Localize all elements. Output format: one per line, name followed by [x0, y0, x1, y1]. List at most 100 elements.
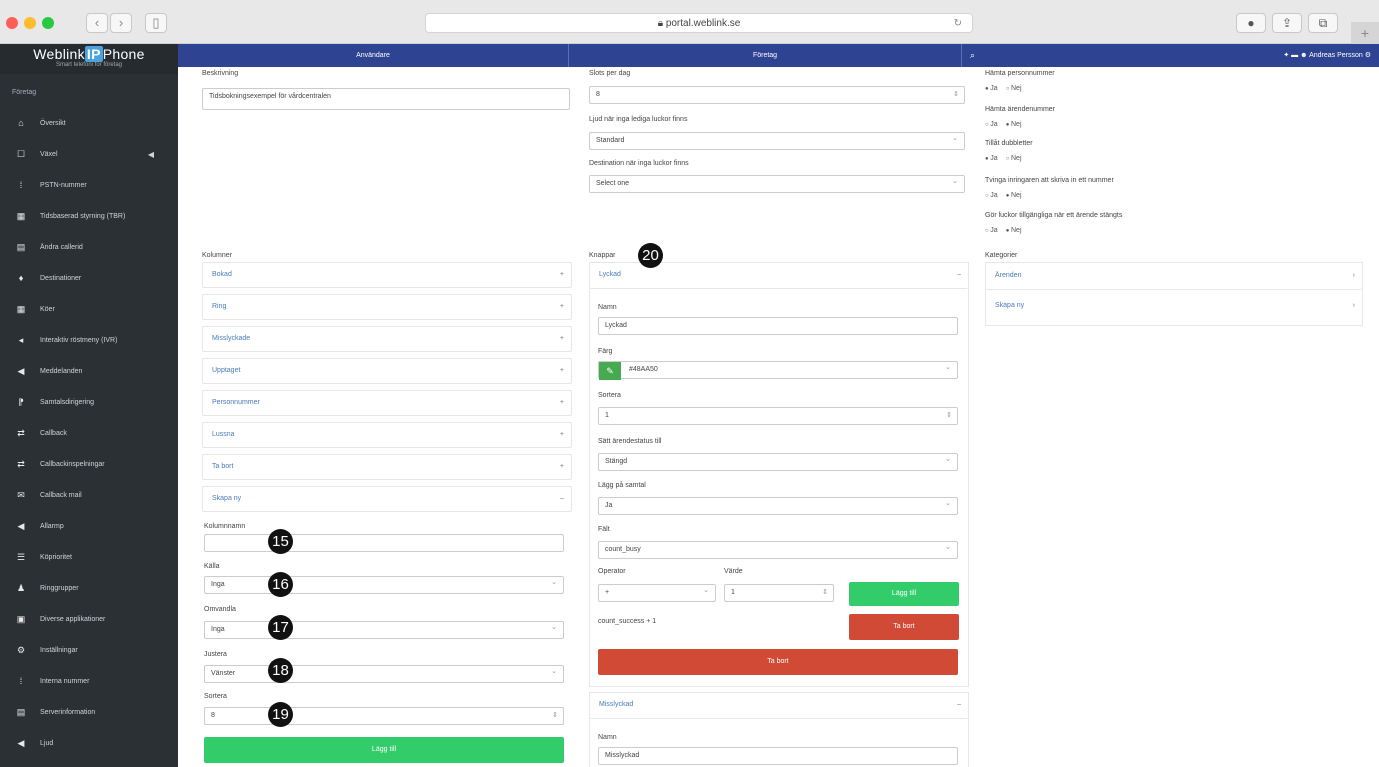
sidebar-item[interactable]: ⌂ Översikt	[0, 108, 178, 139]
sidebar-item[interactable]: ⇄ Callback	[0, 418, 178, 449]
reload-icon[interactable]: ↻	[954, 14, 962, 33]
radio-no[interactable]: ● Nej	[1006, 121, 1022, 128]
tabs-icon[interactable]: ⧉	[1308, 13, 1338, 33]
sidebar-item[interactable]: ◀ Allarmp	[0, 511, 178, 542]
forward-button[interactable]: ›	[110, 13, 132, 33]
expand-icon[interactable]: +	[560, 423, 564, 447]
column-row[interactable]: Misslyckade +	[202, 326, 572, 352]
radio-yes[interactable]: ○ Ja	[985, 227, 998, 234]
sound-select[interactable]: Standard	[589, 131, 965, 150]
pencil-icon[interactable]: ✎	[599, 362, 621, 380]
column-row[interactable]: Bokad +	[202, 262, 572, 288]
minimize-window-button[interactable]	[24, 17, 36, 29]
sidebar-item[interactable]: ♟ Ringgrupper	[0, 573, 178, 604]
column-name-input[interactable]	[204, 534, 564, 552]
sidebar-item[interactable]: ▤ Ändra callerid	[0, 232, 178, 263]
sidebar-item[interactable]: ▤ Serverinformation	[0, 697, 178, 728]
sidebar-item[interactable]: ⇄ Callbackinspelningar	[0, 449, 178, 480]
column-row[interactable]: Personnummer +	[202, 390, 572, 416]
tab-company[interactable]: Företag	[569, 44, 962, 67]
spinner-icon[interactable]: ⇕	[552, 708, 558, 724]
add-action-button[interactable]: Lägg till	[849, 582, 959, 606]
expand-icon[interactable]: +	[560, 391, 564, 415]
sidebar-toggle-button[interactable]: ▯	[145, 13, 167, 33]
spinner-icon[interactable]: ⇕	[946, 408, 952, 424]
logo[interactable]: Weblink IP Phone Smart telefoni för företa…	[0, 44, 178, 74]
caret-icon[interactable]: ◀	[148, 139, 154, 170]
radio-yes[interactable]: ○ Ja	[985, 192, 998, 199]
expand-icon[interactable]: +	[560, 359, 564, 383]
sort-input-2[interactable]: 1 ⇕	[598, 407, 958, 425]
expand-icon[interactable]: +	[560, 455, 564, 479]
button-header-failed[interactable]: Misslyckad –	[590, 693, 968, 719]
collapse-icon[interactable]: –	[957, 693, 961, 717]
search-icon[interactable]: ⌕	[970, 44, 975, 67]
spinner-icon[interactable]: ⇕	[822, 585, 828, 601]
column-row[interactable]: Skapa ny –	[202, 486, 572, 512]
remove-action-button[interactable]: Ta bort	[849, 614, 959, 640]
maximize-window-button[interactable]	[42, 17, 54, 29]
radio-no[interactable]: ○ Nej	[1006, 85, 1022, 92]
radio-no[interactable]: ○ Nej	[1006, 155, 1022, 162]
gear-icon[interactable]: ⚙	[1365, 52, 1371, 59]
sidebar-item[interactable]: ▦ Tidsbaserad styrning (TBR)	[0, 201, 178, 232]
column-row[interactable]: Upptaget +	[202, 358, 572, 384]
sidebar-item[interactable]: ◀ Ljud	[0, 728, 178, 759]
radio-no[interactable]: ● Nej	[1006, 192, 1022, 199]
hangup-select[interactable]: Ja	[598, 496, 958, 515]
sidebar-item[interactable]: ⚙ Inställningar	[0, 635, 178, 666]
sidebar-item[interactable]: ⁋ Samtalsdirigering	[0, 387, 178, 418]
value-input[interactable]: 1 ⇕	[724, 584, 834, 602]
sidebar-item[interactable]: ☰ Köprioritet	[0, 542, 178, 573]
column-row[interactable]: Lussna +	[202, 422, 572, 448]
sidebar-item[interactable]: ♦ Destinationer	[0, 263, 178, 294]
collapse-icon[interactable]: –	[560, 487, 564, 511]
column-row[interactable]: Ta bort +	[202, 454, 572, 480]
sidebar-item[interactable]: ◂ Interaktiv röstmeny (IVR)	[0, 325, 178, 356]
privacy-icon[interactable]: ●	[1236, 13, 1266, 33]
chevron-right-icon[interactable]: ›	[1353, 264, 1355, 288]
name-input-2[interactable]: Misslyckad	[598, 747, 958, 765]
category-row[interactable]: Skapa ny ›	[986, 294, 1362, 320]
sidebar-item[interactable]: ▣ Diverse applikationer	[0, 604, 178, 635]
column-row[interactable]: Ring +	[202, 294, 572, 320]
user-menu[interactable]: ✦ ▬ ☻ Andreas Persson ⚙	[1283, 44, 1371, 67]
category-row[interactable]: Ärenden ›	[986, 264, 1362, 290]
expand-icon[interactable]: +	[560, 295, 564, 319]
convert-select[interactable]: Inga	[204, 620, 564, 639]
sidebar-item[interactable]: ⁞ Interna nummer	[0, 666, 178, 697]
sidebar-item[interactable]: ⁞ PSTN-nummer	[0, 170, 178, 201]
chevron-right-icon[interactable]: ›	[1353, 294, 1355, 318]
radio-no[interactable]: ● Nej	[1006, 227, 1022, 234]
sidebar-item[interactable]: ☐ Växel ◀	[0, 139, 178, 170]
description-textarea[interactable]: Tidsbokningsexempel för vårdcentralen	[202, 88, 570, 110]
align-select[interactable]: Vänster	[204, 664, 564, 683]
operator-select[interactable]: +	[598, 583, 716, 602]
collapse-icon[interactable]: –	[957, 263, 961, 287]
tab-users[interactable]: Användare	[178, 44, 569, 67]
sidebar-item[interactable]: ✉ Callback mail	[0, 480, 178, 511]
notification-icons[interactable]: ✦ ▬ ☻	[1283, 52, 1307, 59]
spinner-icon[interactable]: ⇕	[953, 87, 959, 103]
source-select[interactable]: Inga	[204, 575, 564, 594]
back-button[interactable]: ‹	[86, 13, 108, 33]
user-name[interactable]: Andreas Persson	[1309, 52, 1363, 59]
new-tab-button[interactable]: +	[1351, 22, 1379, 44]
address-bar[interactable]: 🔒︎ portal.weblink.se ↻	[425, 13, 973, 33]
sidebar-item[interactable]: ◀ Meddelanden	[0, 356, 178, 387]
sort-input[interactable]: 8 ⇕	[204, 707, 564, 725]
status-select[interactable]: Stängd	[598, 452, 958, 471]
radio-yes[interactable]: ● Ja	[985, 85, 998, 92]
slots-input[interactable]: 8 ⇕	[589, 86, 965, 104]
color-picker[interactable]: ✎ #48AA50	[598, 360, 958, 380]
expand-icon[interactable]: +	[560, 327, 564, 351]
field-select[interactable]: count_busy	[598, 540, 958, 559]
close-window-button[interactable]	[6, 17, 18, 29]
sidebar-item[interactable]: ▦ Köer	[0, 294, 178, 325]
radio-yes[interactable]: ● Ja	[985, 155, 998, 162]
remove-button-button[interactable]: Ta bort	[598, 649, 958, 675]
radio-yes[interactable]: ○ Ja	[985, 121, 998, 128]
destination-select[interactable]: Select one	[589, 174, 965, 193]
share-icon[interactable]: ⇪	[1272, 13, 1302, 33]
expand-icon[interactable]: +	[560, 263, 564, 287]
